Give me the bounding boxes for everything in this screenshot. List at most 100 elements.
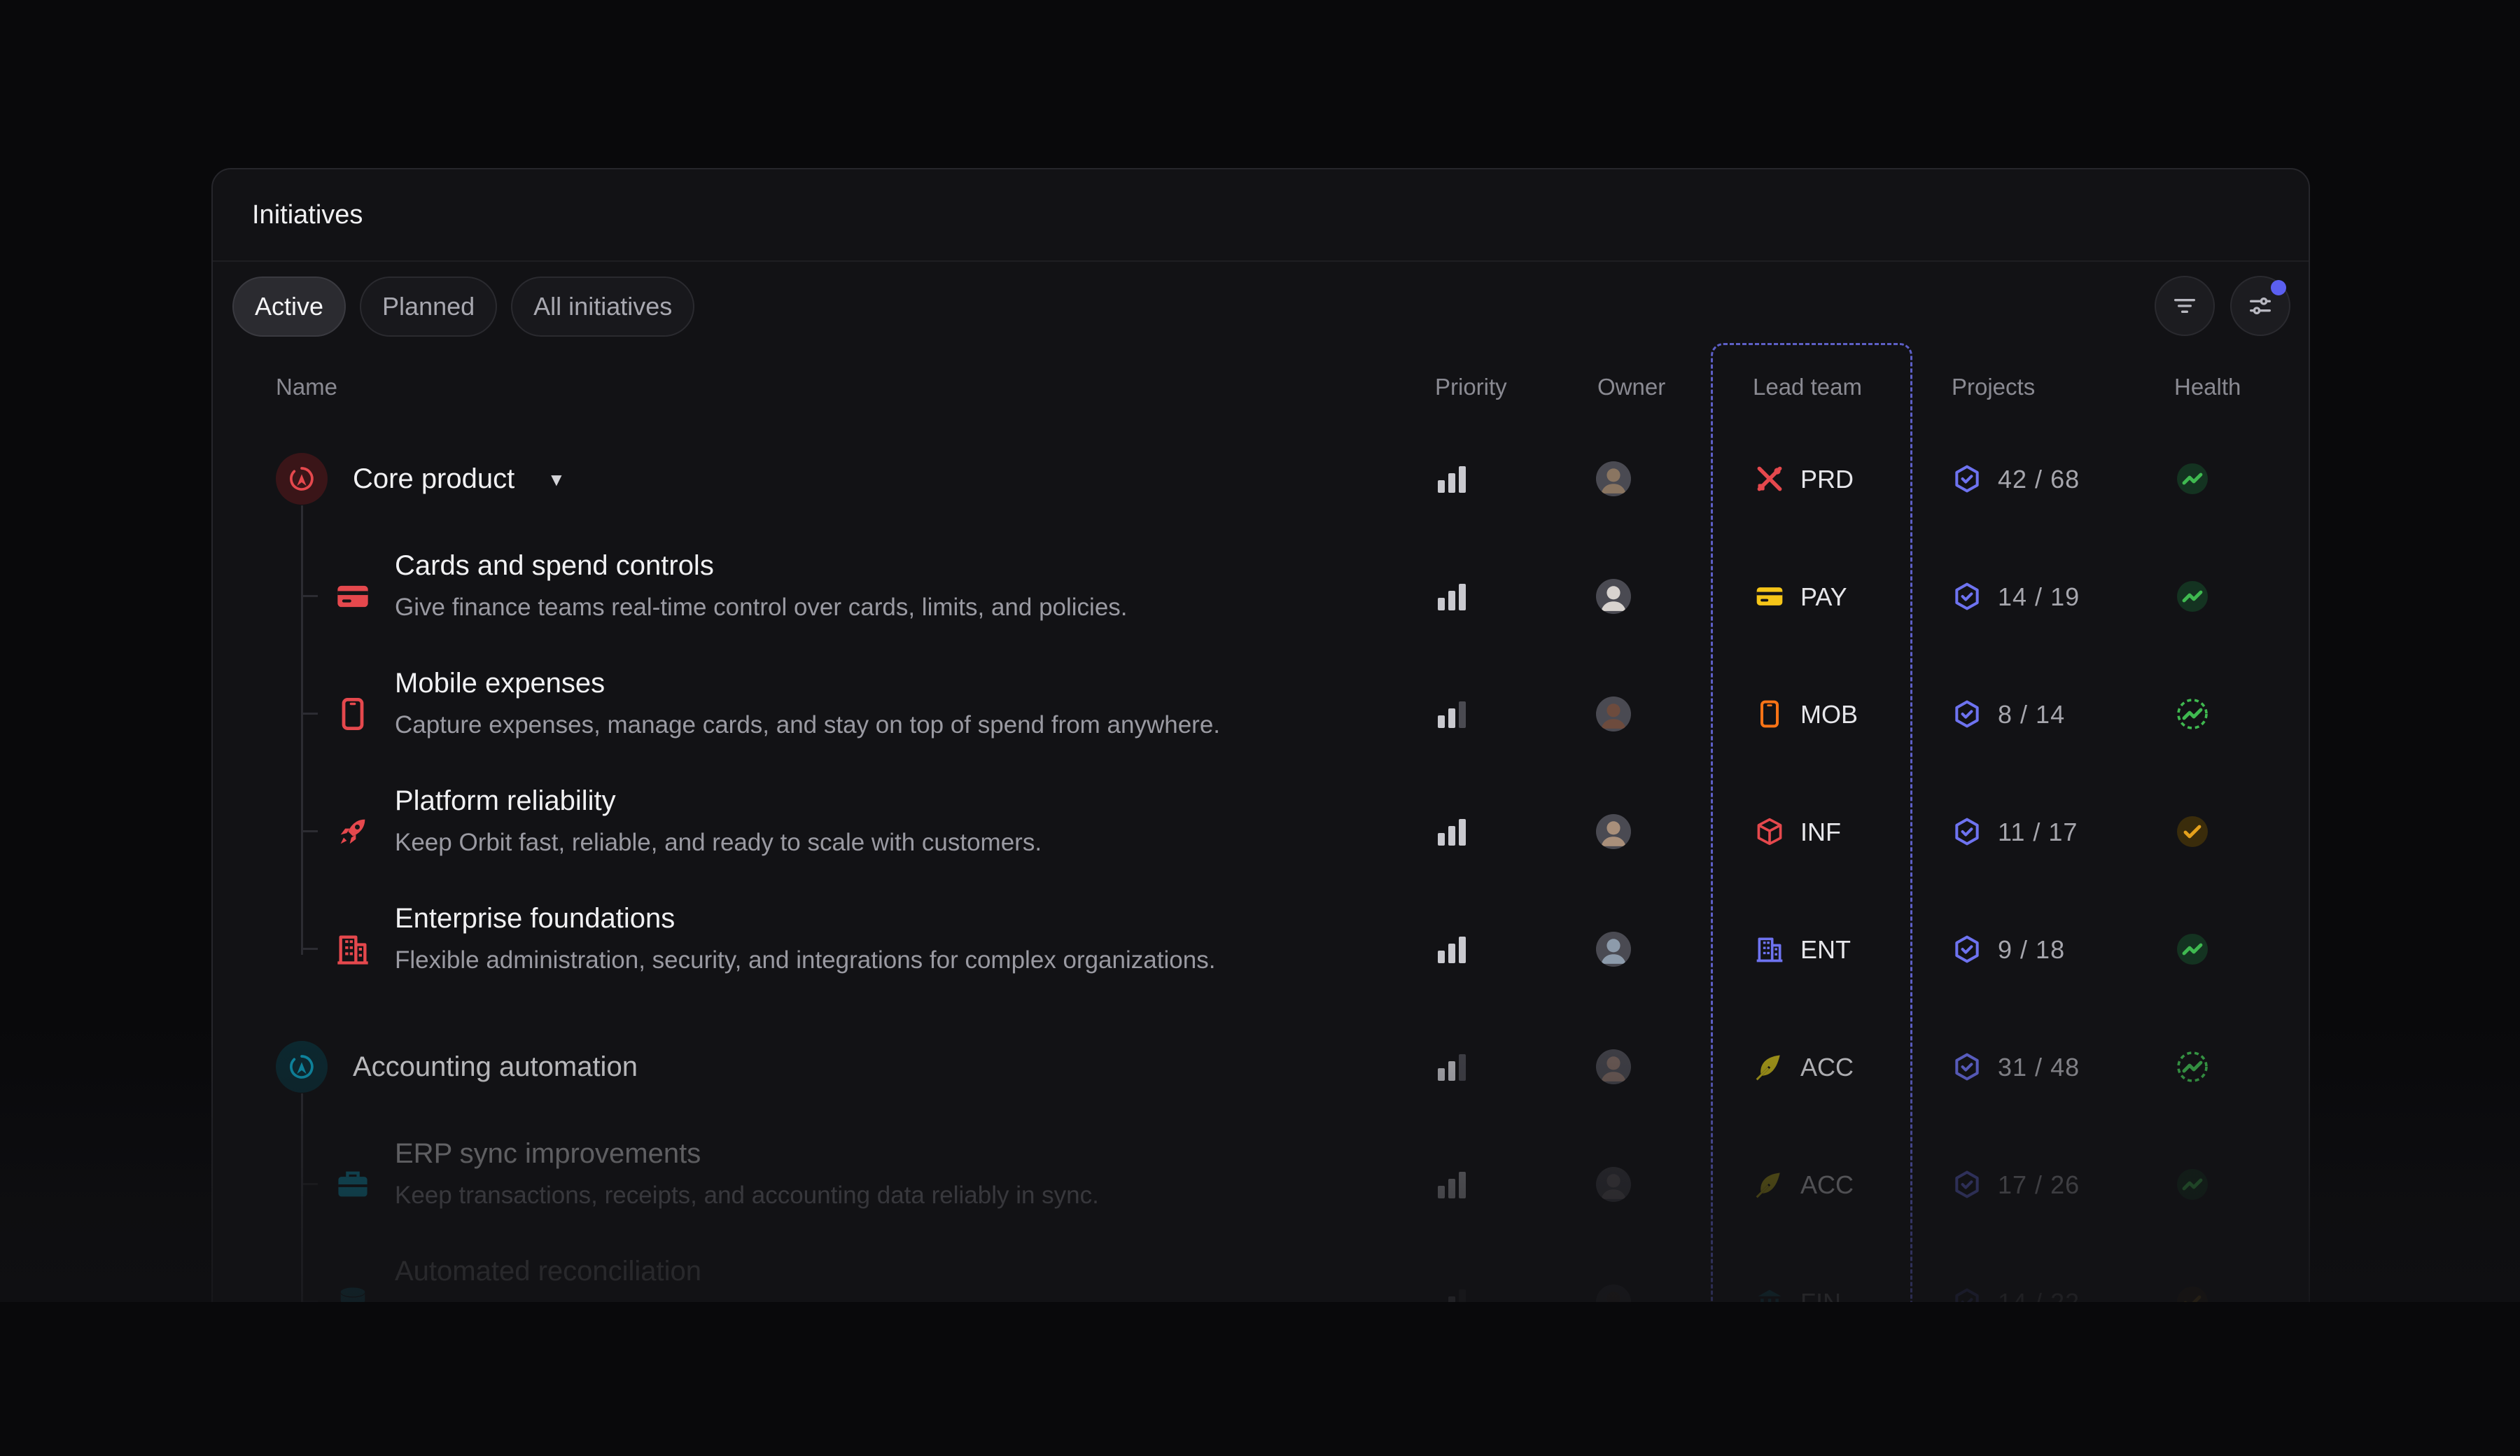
orbit-icon (290, 467, 314, 491)
leaf-icon (1756, 1172, 1780, 1198)
initiative-title: ERP sync improvements (395, 1138, 701, 1169)
owner-avatar[interactable] (1596, 461, 1631, 496)
team-code: INF (1800, 818, 1841, 846)
project-count: 9 / 18 (1998, 935, 2066, 964)
priority-medium-icon[interactable] (1436, 1288, 1467, 1316)
priority-medium-icon[interactable] (1436, 700, 1467, 728)
tree-branch (301, 1301, 318, 1303)
initiative-title: Enterprise foundations (395, 903, 676, 934)
tab-all-initiatives[interactable]: All initiatives (511, 276, 695, 337)
project-count: 42 / 68 (1998, 465, 2080, 493)
initiative-row[interactable]: Platform reliability Keep Orbit fast, re… (0, 773, 2520, 890)
orbit-icon (290, 1055, 314, 1079)
owner-avatar[interactable] (1596, 696, 1631, 732)
priority-medium-icon[interactable] (1436, 1053, 1467, 1081)
initiative-description: Keep transactions, receipts, and account… (395, 1182, 1099, 1209)
initiative-description: Capture expenses, manage cards, and stay… (395, 711, 1221, 738)
project-count: 31 / 48 (1998, 1053, 2080, 1082)
tree-branch (301, 713, 318, 715)
group-row[interactable]: Accounting automation ACC 31 / 48 (0, 1008, 2520, 1126)
initiative-description: Flexible administration, security, and i… (395, 946, 1216, 974)
owner-avatar[interactable] (1596, 932, 1631, 967)
health-pending-icon[interactable] (2176, 697, 2209, 731)
health-at-risk-icon[interactable] (2176, 815, 2209, 848)
building-icon (1756, 937, 1783, 962)
cube-icon (1757, 818, 1782, 846)
initiative-row[interactable]: Automated reconciliation Match transacti… (0, 1243, 2520, 1361)
column-header-health[interactable]: Health (2174, 374, 2241, 400)
owner-avatar[interactable] (1596, 814, 1631, 849)
project-count: 14 / 19 (1998, 582, 2080, 611)
initiative-description: Keep Orbit fast, reliable, and ready to … (395, 829, 1042, 856)
health-at-risk-icon[interactable] (2176, 1285, 2209, 1319)
team-code: MOB (1800, 700, 1858, 729)
filter-button[interactable] (2155, 276, 2215, 336)
project-count: 14 / 22 (1998, 1288, 2080, 1317)
column-header-owner[interactable]: Owner (1597, 374, 1665, 400)
owner-avatar[interactable] (1596, 1284, 1631, 1320)
project-shield-icon (1955, 582, 1979, 610)
priority-high-icon[interactable] (1436, 935, 1467, 963)
team-code: ENT (1800, 935, 1851, 964)
project-shield-icon (1955, 1170, 1979, 1198)
tab-active[interactable]: Active (232, 276, 346, 337)
tab-planned[interactable]: Planned (360, 276, 498, 337)
initiative-row[interactable]: Mobile expenses Capture expenses, manage… (0, 655, 2520, 773)
page-title: Initiatives (252, 200, 363, 230)
project-shield-icon (1955, 818, 1979, 846)
initiative-description: Give finance teams real-time control ove… (395, 594, 1128, 621)
initiative-description: Match transactions to receipts and accou… (395, 1299, 1236, 1326)
initiative-row[interactable]: Enterprise foundations Flexible administ… (0, 890, 2520, 1008)
owner-avatar[interactable] (1596, 1049, 1631, 1084)
building-icon (337, 935, 368, 965)
initiative-title: Platform reliability (395, 785, 616, 816)
project-shield-icon (1955, 935, 1979, 963)
panel-header: Initiatives (213, 169, 2309, 262)
rocket-icon (340, 819, 365, 844)
project-count: 11 / 17 (1998, 818, 2078, 846)
column-header-name[interactable]: Name (276, 374, 337, 400)
tools-icon (1757, 466, 1782, 491)
priority-high-icon[interactable] (1436, 818, 1467, 846)
leaf-icon (1756, 1055, 1780, 1081)
mobile-icon (342, 698, 364, 730)
filter-icon (2174, 299, 2195, 313)
team-code: PRD (1800, 465, 1854, 493)
tree-branch (301, 830, 318, 832)
briefcase-icon (338, 1171, 368, 1197)
health-on-track-icon[interactable] (2176, 1168, 2209, 1201)
priority-high-icon[interactable] (1436, 582, 1467, 610)
group-row[interactable]: Core product ▼ PRD 42 / 68 (0, 420, 2520, 538)
project-shield-icon (1955, 1288, 1979, 1316)
team-code: FIN (1800, 1288, 1841, 1317)
health-on-track-icon[interactable] (2176, 580, 2209, 613)
health-on-track-icon[interactable] (2176, 932, 2209, 966)
initiative-title: Cards and spend controls (395, 550, 714, 581)
group-badge (276, 453, 328, 505)
tree-branch (301, 948, 318, 950)
toolbar: Active Planned All initiatives (232, 276, 2290, 337)
team-code: ACC (1800, 1053, 1854, 1082)
chevron-down-icon[interactable]: ▼ (547, 469, 566, 491)
initiative-row[interactable]: Cards and spend controls Give finance te… (0, 538, 2520, 655)
column-header-lead-team[interactable]: Lead team (1753, 374, 1862, 400)
project-shield-icon (1955, 465, 1979, 493)
owner-avatar[interactable] (1596, 1167, 1631, 1202)
display-options-button[interactable] (2230, 276, 2290, 336)
health-pending-icon[interactable] (2176, 1050, 2209, 1084)
initiative-row[interactable]: ERP sync improvements Keep transactions,… (0, 1126, 2520, 1243)
group-badge (276, 1041, 328, 1093)
column-header-priority[interactable]: Priority (1435, 374, 1507, 400)
credit-card-icon (337, 585, 368, 608)
mobile-icon (1760, 700, 1779, 728)
tree-branch (301, 595, 318, 597)
column-header-projects[interactable]: Projects (1952, 374, 2035, 400)
priority-high-icon[interactable] (1436, 1170, 1467, 1198)
owner-avatar[interactable] (1596, 579, 1631, 614)
group-name: Accounting automation (353, 1051, 638, 1082)
initiative-title: Mobile expenses (395, 668, 606, 699)
priority-high-icon[interactable] (1436, 465, 1467, 493)
project-count: 17 / 26 (1998, 1170, 2080, 1199)
health-on-track-icon[interactable] (2176, 462, 2209, 496)
project-count: 8 / 14 (1998, 700, 2066, 729)
